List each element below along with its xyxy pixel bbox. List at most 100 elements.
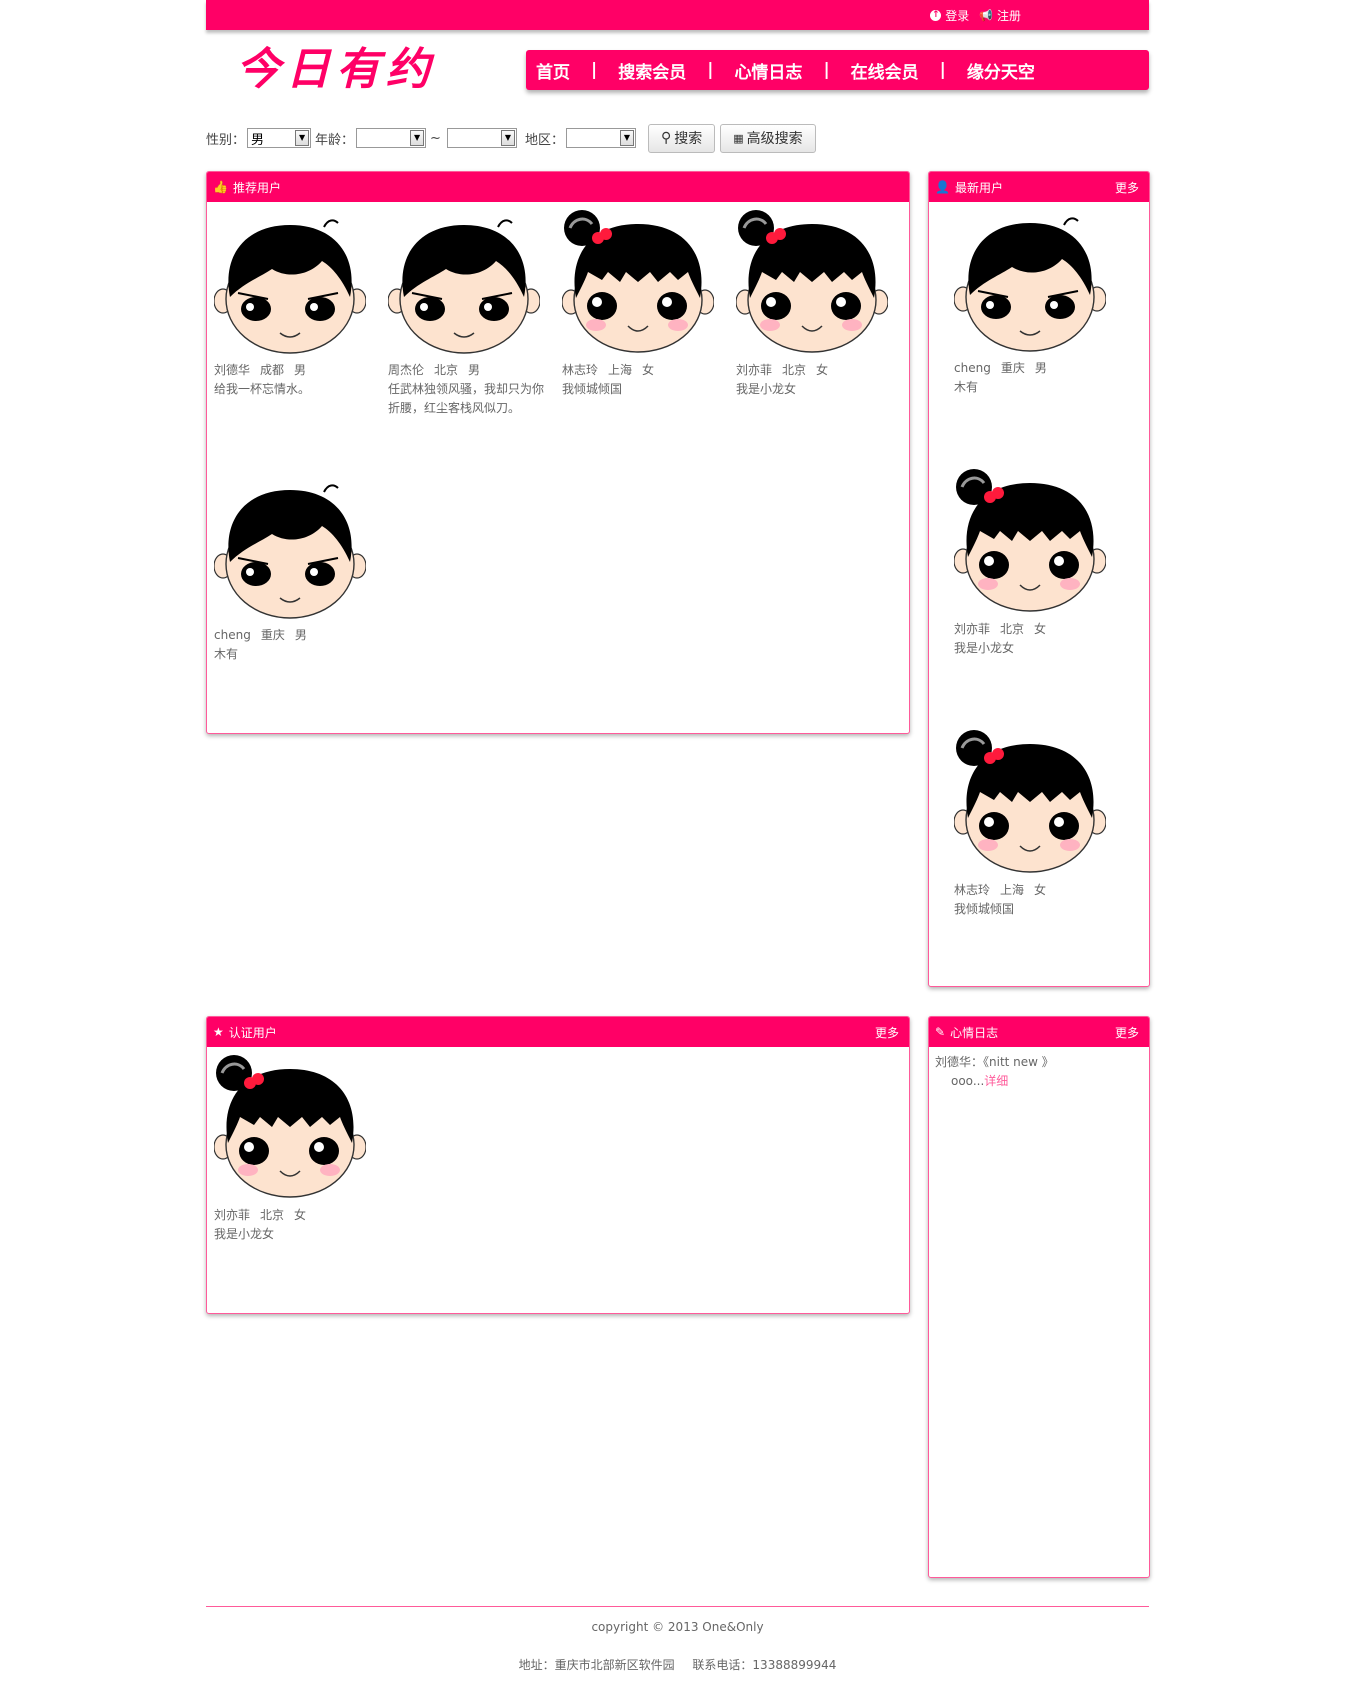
user-gender: 男	[294, 363, 307, 377]
dropdown-arrow-icon: ▼	[410, 130, 425, 146]
main-nav: 首页 | 搜索会员 | 心情日志 | 在线会员 | 缘分天空	[526, 50, 1149, 90]
nav-item-search-members[interactable]: 搜索会员	[618, 58, 686, 83]
verified-users-panel: ★ 认证用户 更多 刘亦菲 北京女 我是小龙女	[206, 1016, 910, 1314]
more-link[interactable]: 更多	[1115, 179, 1139, 196]
user-city: 北京	[782, 363, 807, 377]
gender-select[interactable]: 男 ▼	[247, 128, 312, 148]
nav-separator: |	[823, 60, 830, 80]
user-city: 北京	[434, 363, 459, 377]
search-button-label: 搜索	[674, 131, 703, 147]
site-logo[interactable]: 今日有约	[236, 44, 481, 96]
user-avatar	[388, 219, 540, 354]
register-link[interactable]: 📢 注册	[979, 7, 1021, 24]
user-gender: 男	[468, 363, 481, 377]
region-select[interactable]: ▼	[565, 128, 636, 148]
user-name: cheng	[214, 628, 251, 642]
user-city: 重庆	[1000, 361, 1025, 375]
user-name: 刘亦菲	[214, 1208, 251, 1222]
user-city: 上海	[1000, 883, 1025, 897]
user-city: 上海	[608, 363, 633, 377]
user-avatar	[214, 1055, 366, 1199]
user-city: 成都	[260, 363, 285, 377]
logo-text: 今日有约	[236, 44, 436, 95]
user-desc: 我是小龙女	[214, 1227, 275, 1241]
nav-separator: |	[707, 60, 714, 80]
top-bar: ↑ 登录 📢 注册	[206, 0, 1149, 30]
megaphone-icon: 📢	[979, 9, 993, 22]
search-button[interactable]: ⚲ 搜索	[647, 123, 716, 153]
nav-separator: |	[939, 60, 946, 80]
diary-excerpt: ooo...	[951, 1074, 985, 1088]
panel-header: 👍 推荐用户	[207, 172, 909, 202]
user-gender: 女	[816, 363, 829, 377]
age-min-select[interactable]: ▼	[356, 128, 427, 148]
panel-title: 最新用户	[954, 180, 1003, 195]
user-name: 刘亦菲	[736, 363, 773, 377]
user-desc: 我倾城倾国	[562, 382, 623, 396]
login-link[interactable]: ↑ 登录	[930, 7, 969, 24]
user-card[interactable]: 林志玲 上海女 我倾城倾国	[954, 730, 1114, 919]
user-name: 林志玲	[954, 883, 991, 897]
thumbs-up-icon: 👍	[213, 180, 228, 194]
region-label: 地区：	[524, 132, 564, 148]
account-links: ↑ 登录 📢 注册	[930, 7, 1021, 24]
gender-value: 男	[251, 132, 265, 148]
panel-title: 推荐用户	[232, 180, 281, 195]
diary-entry: 刘德华：《nitt new 》 ooo...详细	[929, 1047, 1149, 1097]
panel-title: 认证用户	[228, 1025, 277, 1040]
user-card[interactable]: 刘亦菲 北京女 我是小龙女	[214, 1055, 374, 1244]
user-gender: 女	[642, 363, 655, 377]
nav-item-home[interactable]: 首页	[536, 58, 570, 83]
nav-item-online-members[interactable]: 在线会员	[851, 58, 919, 83]
diary-detail-link[interactable]: 详细	[984, 1074, 1008, 1088]
dropdown-arrow-icon: ▼	[619, 130, 634, 146]
user-desc: 我倾城倾国	[954, 902, 1015, 916]
user-card[interactable]: 刘德华 成都男 给我一杯忘情水。	[214, 217, 374, 399]
user-gender: 男	[294, 628, 307, 642]
nav-item-fate-sky[interactable]: 缘分天空	[967, 58, 1035, 83]
search-icon: ⚲	[660, 130, 672, 146]
user-card[interactable]: cheng 重庆男 木有	[214, 482, 374, 664]
user-name: 周杰伦	[388, 363, 425, 377]
age-max-select[interactable]: ▼	[446, 128, 517, 148]
user-avatar	[214, 484, 366, 619]
panel-header: ✎ 心情日志 更多	[929, 1017, 1149, 1047]
login-icon: ↑	[930, 10, 942, 21]
user-city: 重庆	[260, 628, 285, 642]
dropdown-arrow-icon: ▼	[295, 130, 310, 146]
panel-title: 心情日志	[950, 1025, 999, 1040]
more-link[interactable]: 更多	[1115, 1024, 1139, 1041]
user-card[interactable]: 周杰伦 北京男 任武林独领风骚，我却只为你折腰，红尘客栈风似刀。	[388, 217, 548, 418]
user-desc: 我是小龙女	[736, 382, 797, 396]
diary-entry-title[interactable]: 《nitt new 》	[983, 1055, 1054, 1069]
recommended-users-panel: 👍 推荐用户 刘德华 成都男 给我一杯忘情水。 周杰伦 北京男 任武林独领风骚，我却…	[206, 171, 910, 734]
advanced-search-label: 高级搜索	[746, 131, 803, 147]
user-card[interactable]: 林志玲 上海女 我倾城倾国	[562, 210, 722, 399]
register-label: 注册	[996, 9, 1021, 23]
nav-item-mood-diary[interactable]: 心情日志	[734, 58, 802, 83]
user-card[interactable]: cheng 重庆男 木有	[954, 215, 1114, 397]
search-bar: 性别： 男 ▼ 年龄： ▼ ~ ▼ 地区： ▼ ⚲ 搜索 ▦ 高级搜索	[206, 123, 816, 153]
user-avatar	[736, 210, 888, 354]
user-card[interactable]: 刘亦菲 北京女 我是小龙女	[736, 210, 896, 399]
more-link[interactable]: 更多	[875, 1024, 899, 1041]
age-separator: ~	[430, 130, 441, 146]
mood-diary-panel: ✎ 心情日志 更多 刘德华：《nitt new 》 ooo...详细	[928, 1016, 1150, 1578]
user-icon: 👤	[935, 180, 950, 194]
user-name: cheng	[954, 361, 991, 375]
advanced-search-button[interactable]: ▦ 高级搜索	[720, 123, 816, 153]
user-desc: 木有	[954, 380, 979, 394]
grid-icon: ▦	[733, 131, 744, 145]
user-gender: 女	[294, 1208, 307, 1222]
footer-address: 地址：重庆市北部新区软件园	[518, 1658, 675, 1672]
user-desc: 给我一杯忘情水。	[214, 382, 311, 396]
user-gender: 女	[1034, 622, 1047, 636]
user-name: 林志玲	[562, 363, 599, 377]
age-label: 年龄：	[315, 132, 355, 148]
footer-divider	[206, 1606, 1149, 1607]
user-name: 刘德华	[214, 363, 251, 377]
pencil-icon: ✎	[935, 1025, 946, 1039]
user-gender: 女	[1034, 883, 1047, 897]
user-name: 刘亦菲	[954, 622, 991, 636]
user-card[interactable]: 刘亦菲 北京女 我是小龙女	[954, 469, 1114, 658]
